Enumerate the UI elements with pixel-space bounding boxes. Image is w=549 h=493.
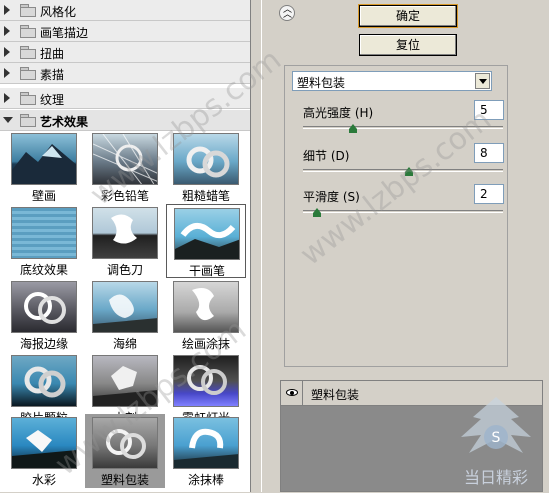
- folder-icon: [20, 114, 36, 127]
- category-label: 扭曲: [40, 47, 65, 61]
- category-brush-strokes[interactable]: 画笔描边: [0, 21, 250, 42]
- logo-text: 当日精彩: [464, 468, 528, 487]
- filter-thumb-watercolor[interactable]: 水彩: [4, 414, 84, 488]
- thumbnail-image: [174, 208, 240, 260]
- smoothness-label: 平滑度 (S): [303, 190, 360, 204]
- ok-button[interactable]: 确定: [359, 5, 457, 27]
- highlight-strength-slider[interactable]: [303, 124, 503, 133]
- filter-thumb-paint-daubs[interactable]: 绘画涂抹: [166, 278, 246, 352]
- collapse-arrow-icon[interactable]: [3, 117, 13, 123]
- category-label: 素描: [40, 68, 65, 82]
- filter-thumb-sponge[interactable]: 海绵: [85, 278, 165, 352]
- thumbnail-image: [92, 417, 158, 469]
- thumbnail-image: [11, 417, 77, 469]
- thumbnail-label: 彩色铅笔: [100, 189, 149, 203]
- highlight-strength-label: 高光强度 (H): [303, 106, 374, 120]
- panel-divider[interactable]: [250, 0, 262, 492]
- thumbnail-label: 水彩: [31, 473, 56, 487]
- site-logo: S 当日精彩: [461, 397, 531, 487]
- category-label: 画笔描边: [40, 26, 89, 40]
- filter-thumb-underpainting[interactable]: 底纹效果: [4, 204, 84, 278]
- svg-text:S: S: [492, 430, 501, 446]
- thumbnail-label: 粗糙蜡笔: [181, 189, 230, 203]
- folder-icon: [20, 67, 36, 80]
- folder-icon: [20, 46, 36, 59]
- thumbnail-image: [173, 133, 239, 185]
- thumbnail-image: [92, 355, 158, 407]
- filter-thumb-rough-pastels[interactable]: 粗糙蜡笔: [166, 130, 246, 204]
- category-distort[interactable]: 扭曲: [0, 42, 250, 63]
- thumbnail-image: [11, 133, 77, 185]
- effect-layers-panel: 塑料包装 S 当日精彩: [280, 380, 543, 492]
- category-sketch[interactable]: 素描: [0, 63, 250, 84]
- filter-thumb-fresco[interactable]: 壁画: [4, 130, 84, 204]
- thumbnail-label: 干画笔: [188, 264, 225, 278]
- thumbnail-image: [173, 355, 239, 407]
- detail-input[interactable]: 8: [474, 143, 504, 163]
- thumbnail-image: [92, 133, 158, 185]
- thumbnail-label: 底纹效果: [19, 263, 68, 277]
- folder-icon: [20, 25, 36, 38]
- thumbnail-label: 壁画: [31, 189, 56, 203]
- expand-arrow-icon[interactable]: [4, 5, 10, 15]
- thumbnail-label: 涂抹棒: [187, 473, 224, 487]
- filter-thumb-smudge-stick[interactable]: 涂抹棒: [166, 414, 246, 488]
- filter-thumb-plastic-wrap[interactable]: 塑料包装: [85, 414, 165, 488]
- detail-slider[interactable]: [303, 167, 503, 176]
- expand-arrow-icon[interactable]: [4, 26, 10, 36]
- smoothness-slider[interactable]: [303, 208, 503, 217]
- thumbnail-image: [173, 281, 239, 333]
- filter-select[interactable]: 塑料包装: [292, 71, 492, 91]
- category-texture[interactable]: 纹理: [0, 88, 250, 109]
- smoothness-input[interactable]: 2: [474, 184, 504, 204]
- slider-thumb[interactable]: [313, 208, 321, 217]
- thumbnail-label: 塑料包装: [100, 473, 149, 487]
- chevron-down-icon[interactable]: [475, 73, 490, 89]
- expand-arrow-icon[interactable]: [4, 68, 10, 78]
- double-chevron-up-icon[interactable]: ︿ ︿: [279, 5, 295, 21]
- category-label: 风格化: [40, 5, 77, 19]
- filter-select-value: 塑料包装: [297, 76, 346, 90]
- filter-thumb-dry-brush[interactable]: 干画笔: [166, 204, 246, 278]
- thumbnail-image: [173, 417, 239, 469]
- panel-gutter: [262, 0, 280, 492]
- category-label: 艺术效果: [40, 115, 89, 129]
- slider-thumb[interactable]: [405, 167, 413, 176]
- thumbnail-image: [92, 207, 158, 259]
- effect-layer-name: 塑料包装: [311, 388, 360, 402]
- filter-thumb-colored-pencil[interactable]: 彩色铅笔: [85, 130, 165, 204]
- expand-arrow-icon[interactable]: [4, 93, 10, 103]
- thumbnail-image: [92, 281, 158, 333]
- category-label: 纹理: [40, 93, 65, 107]
- category-stylize[interactable]: 风格化: [0, 0, 250, 21]
- detail-label: 细节 (D): [303, 149, 350, 163]
- filter-thumb-palette-knife[interactable]: 调色刀: [85, 204, 165, 278]
- filter-thumb-poster-edges[interactable]: 海报边缘: [4, 278, 84, 352]
- thumbnail-label: 调色刀: [106, 263, 143, 277]
- slider-thumb[interactable]: [349, 124, 357, 133]
- expand-arrow-icon[interactable]: [4, 47, 10, 57]
- thumbnail-label: 绘画涂抹: [181, 337, 230, 351]
- filter-gallery: 风格化 画笔描边 扭曲 素描 纹理 艺术效果 壁画 彩色铅笔 粗糙蜡笔 底纹效果…: [0, 0, 250, 492]
- thumbnail-image: [11, 355, 77, 407]
- thumbnail-image: [11, 207, 77, 259]
- thumbnail-label: 海绵: [112, 337, 137, 351]
- thumbnail-image: [11, 281, 77, 333]
- folder-icon: [20, 92, 36, 105]
- reset-button[interactable]: 复位: [359, 34, 457, 56]
- category-artistic[interactable]: 艺术效果: [0, 110, 250, 131]
- folder-icon: [20, 4, 36, 17]
- thumbnail-label: 海报边缘: [19, 337, 68, 351]
- highlight-strength-input[interactable]: 5: [474, 100, 504, 120]
- eye-icon[interactable]: [281, 381, 303, 405]
